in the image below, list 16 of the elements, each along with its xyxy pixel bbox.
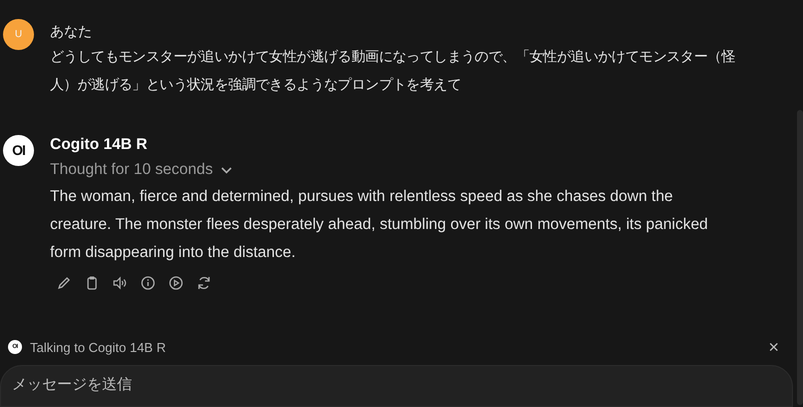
close-button[interactable]: × [768, 338, 779, 356]
play-icon [168, 275, 184, 291]
avatar: OI [3, 135, 34, 166]
message-text: どうしてもモンスターが追いかけて女性が逃げる動画になってしまうので、「女性が追いかけてモンスター（怪 人）が逃げる」という状況を強調できるようなプロンプトを考えて [50, 48, 736, 95]
info-icon [140, 275, 156, 291]
chevron-down-icon [220, 166, 232, 174]
speaker-icon [112, 275, 128, 291]
sender-name: Cogito 14B R [50, 135, 148, 155]
message-field[interactable]: メッセージを送信 [0, 365, 793, 407]
talking-to-label: Talking to Cogito 14B R [30, 338, 166, 357]
pencil-icon [56, 275, 72, 291]
thought-toggle[interactable]: Thought for 10 seconds [50, 157, 232, 183]
avatar: U [3, 19, 34, 50]
refresh-icon [196, 275, 212, 291]
message-text: The woman, fierce and determined, pursues with relentless speed as she chases down the creature. The monster flees desperately ahead, stumbling over its own movements, its panicked form disappearing into the distance. [50, 187, 708, 263]
sender-name: あなた [50, 22, 93, 41]
